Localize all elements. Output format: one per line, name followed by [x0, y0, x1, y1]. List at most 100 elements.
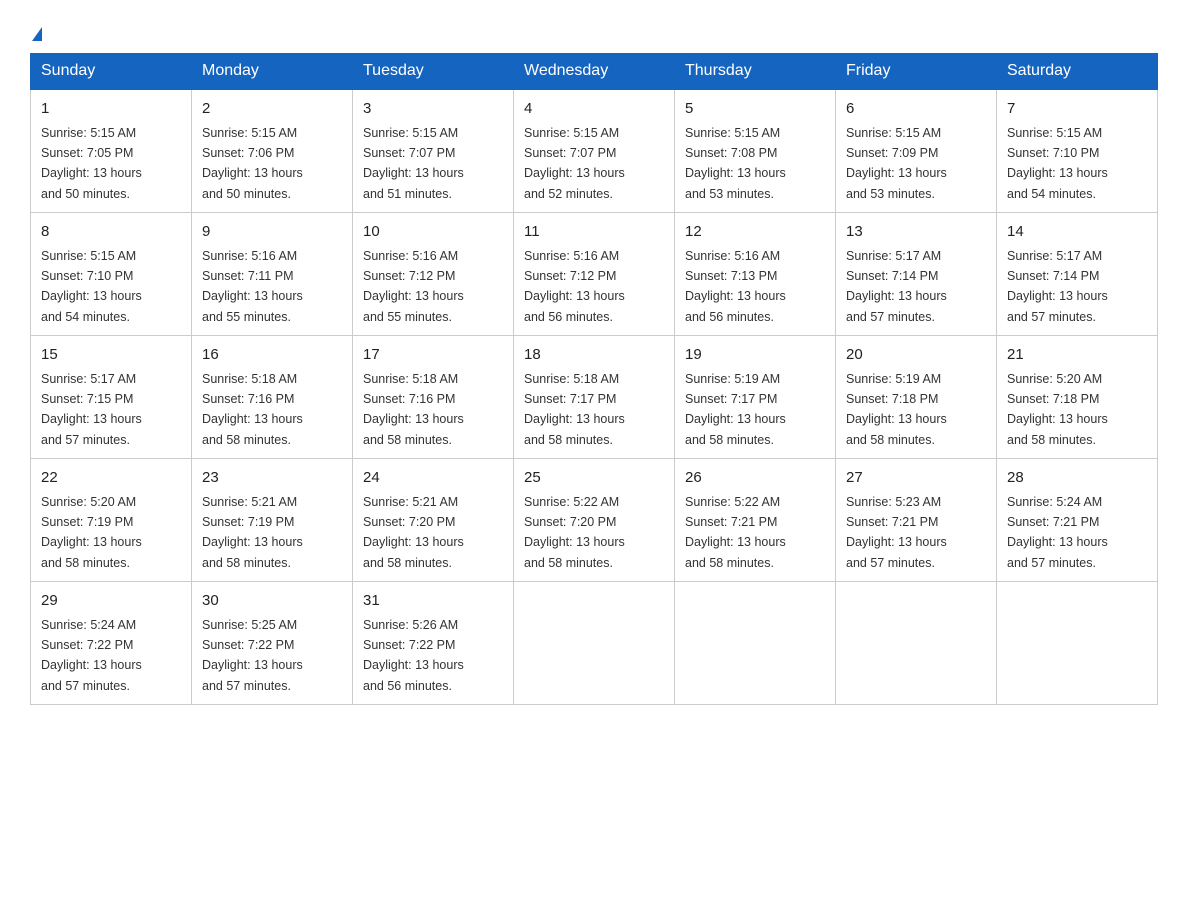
- day-info: Sunrise: 5:15 AMSunset: 7:05 PMDaylight:…: [41, 126, 142, 201]
- day-header-wednesday: Wednesday: [514, 54, 675, 90]
- day-number: 8: [41, 221, 181, 244]
- calendar-cell: 25 Sunrise: 5:22 AMSunset: 7:20 PMDaylig…: [514, 459, 675, 582]
- day-number: 15: [41, 344, 181, 367]
- day-number: 16: [202, 344, 342, 367]
- day-info: Sunrise: 5:22 AMSunset: 7:21 PMDaylight:…: [685, 495, 786, 570]
- day-number: 21: [1007, 344, 1147, 367]
- day-header-thursday: Thursday: [675, 54, 836, 90]
- calendar-cell: 21 Sunrise: 5:20 AMSunset: 7:18 PMDaylig…: [997, 336, 1158, 459]
- day-number: 4: [524, 98, 664, 121]
- calendar-cell: 3 Sunrise: 5:15 AMSunset: 7:07 PMDayligh…: [353, 89, 514, 213]
- day-info: Sunrise: 5:22 AMSunset: 7:20 PMDaylight:…: [524, 495, 625, 570]
- day-number: 6: [846, 98, 986, 121]
- day-number: 1: [41, 98, 181, 121]
- day-info: Sunrise: 5:16 AMSunset: 7:11 PMDaylight:…: [202, 249, 303, 324]
- day-number: 3: [363, 98, 503, 121]
- day-number: 12: [685, 221, 825, 244]
- day-info: Sunrise: 5:15 AMSunset: 7:08 PMDaylight:…: [685, 126, 786, 201]
- calendar-cell: 2 Sunrise: 5:15 AMSunset: 7:06 PMDayligh…: [192, 89, 353, 213]
- calendar-week-row: 1 Sunrise: 5:15 AMSunset: 7:05 PMDayligh…: [31, 89, 1158, 213]
- day-info: Sunrise: 5:19 AMSunset: 7:17 PMDaylight:…: [685, 372, 786, 447]
- day-info: Sunrise: 5:20 AMSunset: 7:18 PMDaylight:…: [1007, 372, 1108, 447]
- logo: [30, 20, 42, 43]
- day-info: Sunrise: 5:18 AMSunset: 7:17 PMDaylight:…: [524, 372, 625, 447]
- day-number: 11: [524, 221, 664, 244]
- calendar-week-row: 8 Sunrise: 5:15 AMSunset: 7:10 PMDayligh…: [31, 213, 1158, 336]
- calendar-cell: 1 Sunrise: 5:15 AMSunset: 7:05 PMDayligh…: [31, 89, 192, 213]
- calendar-cell: 24 Sunrise: 5:21 AMSunset: 7:20 PMDaylig…: [353, 459, 514, 582]
- day-number: 22: [41, 467, 181, 490]
- calendar-cell: 27 Sunrise: 5:23 AMSunset: 7:21 PMDaylig…: [836, 459, 997, 582]
- calendar-cell: 30 Sunrise: 5:25 AMSunset: 7:22 PMDaylig…: [192, 582, 353, 705]
- logo-triangle-icon: [32, 27, 42, 41]
- calendar-cell: [836, 582, 997, 705]
- day-info: Sunrise: 5:24 AMSunset: 7:21 PMDaylight:…: [1007, 495, 1108, 570]
- calendar-cell: 31 Sunrise: 5:26 AMSunset: 7:22 PMDaylig…: [353, 582, 514, 705]
- day-header-monday: Monday: [192, 54, 353, 90]
- day-number: 25: [524, 467, 664, 490]
- calendar-cell: 29 Sunrise: 5:24 AMSunset: 7:22 PMDaylig…: [31, 582, 192, 705]
- day-number: 20: [846, 344, 986, 367]
- day-number: 26: [685, 467, 825, 490]
- calendar-cell: 22 Sunrise: 5:20 AMSunset: 7:19 PMDaylig…: [31, 459, 192, 582]
- day-info: Sunrise: 5:26 AMSunset: 7:22 PMDaylight:…: [363, 618, 464, 693]
- calendar-cell: 15 Sunrise: 5:17 AMSunset: 7:15 PMDaylig…: [31, 336, 192, 459]
- day-info: Sunrise: 5:15 AMSunset: 7:10 PMDaylight:…: [41, 249, 142, 324]
- calendar-cell: 17 Sunrise: 5:18 AMSunset: 7:16 PMDaylig…: [353, 336, 514, 459]
- day-info: Sunrise: 5:17 AMSunset: 7:14 PMDaylight:…: [846, 249, 947, 324]
- day-header-tuesday: Tuesday: [353, 54, 514, 90]
- day-number: 10: [363, 221, 503, 244]
- calendar-cell: 6 Sunrise: 5:15 AMSunset: 7:09 PMDayligh…: [836, 89, 997, 213]
- day-header-friday: Friday: [836, 54, 997, 90]
- day-info: Sunrise: 5:15 AMSunset: 7:07 PMDaylight:…: [363, 126, 464, 201]
- day-number: 24: [363, 467, 503, 490]
- calendar-week-row: 22 Sunrise: 5:20 AMSunset: 7:19 PMDaylig…: [31, 459, 1158, 582]
- calendar-cell: 23 Sunrise: 5:21 AMSunset: 7:19 PMDaylig…: [192, 459, 353, 582]
- day-info: Sunrise: 5:20 AMSunset: 7:19 PMDaylight:…: [41, 495, 142, 570]
- calendar-cell: 10 Sunrise: 5:16 AMSunset: 7:12 PMDaylig…: [353, 213, 514, 336]
- calendar-cell: [997, 582, 1158, 705]
- calendar-cell: 5 Sunrise: 5:15 AMSunset: 7:08 PMDayligh…: [675, 89, 836, 213]
- day-number: 27: [846, 467, 986, 490]
- logo-general-line: [30, 20, 42, 43]
- day-number: 7: [1007, 98, 1147, 121]
- calendar-cell: [675, 582, 836, 705]
- day-number: 30: [202, 590, 342, 613]
- day-header-saturday: Saturday: [997, 54, 1158, 90]
- day-number: 5: [685, 98, 825, 121]
- day-number: 28: [1007, 467, 1147, 490]
- day-info: Sunrise: 5:24 AMSunset: 7:22 PMDaylight:…: [41, 618, 142, 693]
- calendar-table: SundayMondayTuesdayWednesdayThursdayFrid…: [30, 53, 1158, 705]
- day-number: 9: [202, 221, 342, 244]
- day-info: Sunrise: 5:25 AMSunset: 7:22 PMDaylight:…: [202, 618, 303, 693]
- calendar-header-row: SundayMondayTuesdayWednesdayThursdayFrid…: [31, 54, 1158, 90]
- calendar-cell: 12 Sunrise: 5:16 AMSunset: 7:13 PMDaylig…: [675, 213, 836, 336]
- day-number: 19: [685, 344, 825, 367]
- day-number: 23: [202, 467, 342, 490]
- calendar-cell: 13 Sunrise: 5:17 AMSunset: 7:14 PMDaylig…: [836, 213, 997, 336]
- page-header: [30, 20, 1158, 43]
- day-number: 31: [363, 590, 503, 613]
- calendar-cell: 11 Sunrise: 5:16 AMSunset: 7:12 PMDaylig…: [514, 213, 675, 336]
- calendar-week-row: 29 Sunrise: 5:24 AMSunset: 7:22 PMDaylig…: [31, 582, 1158, 705]
- day-number: 18: [524, 344, 664, 367]
- calendar-cell: 19 Sunrise: 5:19 AMSunset: 7:17 PMDaylig…: [675, 336, 836, 459]
- calendar-cell: 16 Sunrise: 5:18 AMSunset: 7:16 PMDaylig…: [192, 336, 353, 459]
- calendar-cell: 18 Sunrise: 5:18 AMSunset: 7:17 PMDaylig…: [514, 336, 675, 459]
- calendar-week-row: 15 Sunrise: 5:17 AMSunset: 7:15 PMDaylig…: [31, 336, 1158, 459]
- day-header-sunday: Sunday: [31, 54, 192, 90]
- day-number: 29: [41, 590, 181, 613]
- day-info: Sunrise: 5:21 AMSunset: 7:20 PMDaylight:…: [363, 495, 464, 570]
- day-number: 2: [202, 98, 342, 121]
- calendar-cell: 9 Sunrise: 5:16 AMSunset: 7:11 PMDayligh…: [192, 213, 353, 336]
- day-info: Sunrise: 5:16 AMSunset: 7:12 PMDaylight:…: [363, 249, 464, 324]
- calendar-cell: 4 Sunrise: 5:15 AMSunset: 7:07 PMDayligh…: [514, 89, 675, 213]
- day-info: Sunrise: 5:15 AMSunset: 7:06 PMDaylight:…: [202, 126, 303, 201]
- day-info: Sunrise: 5:16 AMSunset: 7:12 PMDaylight:…: [524, 249, 625, 324]
- calendar-cell: 20 Sunrise: 5:19 AMSunset: 7:18 PMDaylig…: [836, 336, 997, 459]
- day-number: 17: [363, 344, 503, 367]
- day-info: Sunrise: 5:16 AMSunset: 7:13 PMDaylight:…: [685, 249, 786, 324]
- day-info: Sunrise: 5:17 AMSunset: 7:15 PMDaylight:…: [41, 372, 142, 447]
- day-info: Sunrise: 5:17 AMSunset: 7:14 PMDaylight:…: [1007, 249, 1108, 324]
- day-info: Sunrise: 5:15 AMSunset: 7:09 PMDaylight:…: [846, 126, 947, 201]
